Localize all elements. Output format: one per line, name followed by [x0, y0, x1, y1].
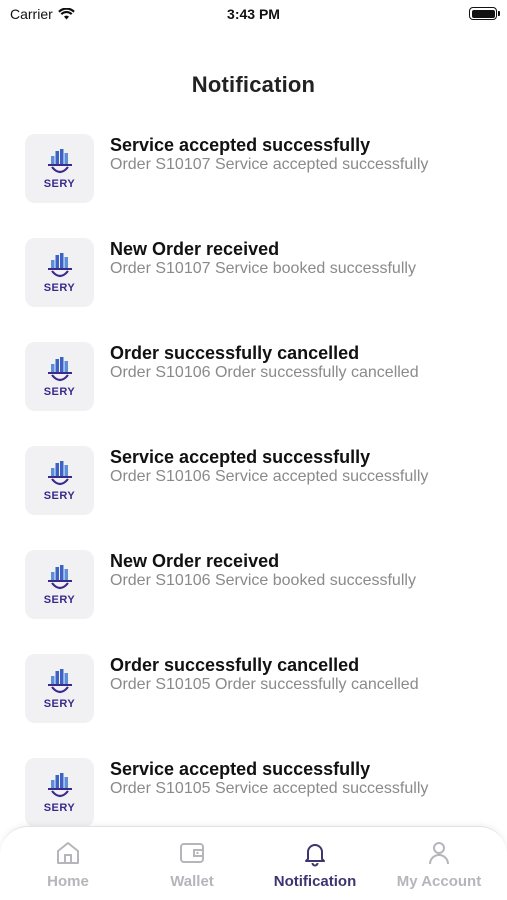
notification-item[interactable]: SERY Service accepted successfully Order…: [0, 442, 507, 546]
user-icon: [429, 842, 449, 865]
bottom-tab-bar: Home Wallet Notification My Account: [0, 826, 507, 900]
notification-message: Order S10106 Service booked successfully: [110, 572, 416, 589]
helmet-logo-icon: [47, 773, 72, 798]
notification-item[interactable]: SERY Order successfully cancelled Order …: [0, 338, 507, 442]
tab-notification[interactable]: Notification: [255, 839, 375, 890]
logo-text: SERY: [43, 178, 76, 190]
tab-notification-label: Notification: [273, 873, 357, 890]
notification-message: Order S10105 Service accepted successful…: [110, 780, 429, 797]
battery-icon: [469, 7, 500, 20]
logo-text: SERY: [43, 282, 76, 294]
sery-logo: SERY: [25, 758, 94, 827]
logo-text: SERY: [43, 802, 76, 814]
tab-my-account-label: My Account: [396, 873, 482, 890]
notification-title: New Order received: [110, 551, 280, 571]
notification-item[interactable]: SERY Order successfully cancelled Order …: [0, 650, 507, 754]
logo-text: SERY: [43, 490, 76, 502]
notification-message: Order S10105 Order successfully cancelle…: [110, 676, 419, 693]
logo-text: SERY: [43, 386, 76, 398]
notification-title: Order successfully cancelled: [110, 343, 360, 363]
tab-wallet-label: Wallet: [170, 873, 214, 890]
notification-title: Service accepted successfully: [110, 759, 371, 779]
status-bar: Carrier 3:43 PM: [0, 0, 507, 30]
notification-title: Order successfully cancelled: [110, 655, 360, 675]
sery-logo: SERY: [25, 446, 94, 515]
tab-wallet[interactable]: Wallet: [132, 839, 252, 890]
notification-message: Order S10107 Service accepted successful…: [110, 156, 429, 173]
page-title: Notification: [191, 72, 316, 97]
helmet-logo-icon: [47, 669, 72, 694]
sery-logo: SERY: [25, 654, 94, 723]
status-time: 3:43 PM: [227, 6, 280, 22]
notification-message: Order S10107 Service booked successfully: [110, 260, 416, 277]
tab-home[interactable]: Home: [8, 839, 128, 890]
helmet-logo-icon: [47, 357, 72, 382]
wallet-icon: [180, 843, 204, 863]
helmet-logo-icon: [47, 253, 72, 278]
notification-item[interactable]: SERY New Order received Order S10106 Ser…: [0, 546, 507, 650]
notification-title: New Order received: [110, 239, 280, 259]
helmet-logo-icon: [47, 149, 72, 174]
notification-message: Order S10106 Service accepted successful…: [110, 468, 429, 485]
notification-message: Order S10106 Order successfully cancelle…: [110, 364, 419, 381]
notification-title: Service accepted successfully: [110, 447, 371, 467]
bell-icon: [305, 844, 325, 867]
notification-item[interactable]: SERY Service accepted successfully Order…: [0, 130, 507, 234]
notification-title: Service accepted successfully: [110, 135, 371, 155]
logo-text: SERY: [43, 594, 76, 606]
sery-logo: SERY: [25, 134, 94, 203]
notification-list: SERY Service accepted successfully Order…: [0, 130, 507, 858]
logo-text: SERY: [43, 698, 76, 710]
sery-logo: SERY: [25, 238, 94, 307]
helmet-logo-icon: [47, 565, 72, 590]
sery-logo: SERY: [25, 550, 94, 619]
tab-home-label: Home: [47, 873, 89, 890]
helmet-logo-icon: [47, 461, 72, 486]
notification-item[interactable]: SERY New Order received Order S10107 Ser…: [0, 234, 507, 338]
home-icon: [57, 842, 79, 864]
sery-logo: SERY: [25, 342, 94, 411]
tab-my-account[interactable]: My Account: [379, 839, 499, 890]
